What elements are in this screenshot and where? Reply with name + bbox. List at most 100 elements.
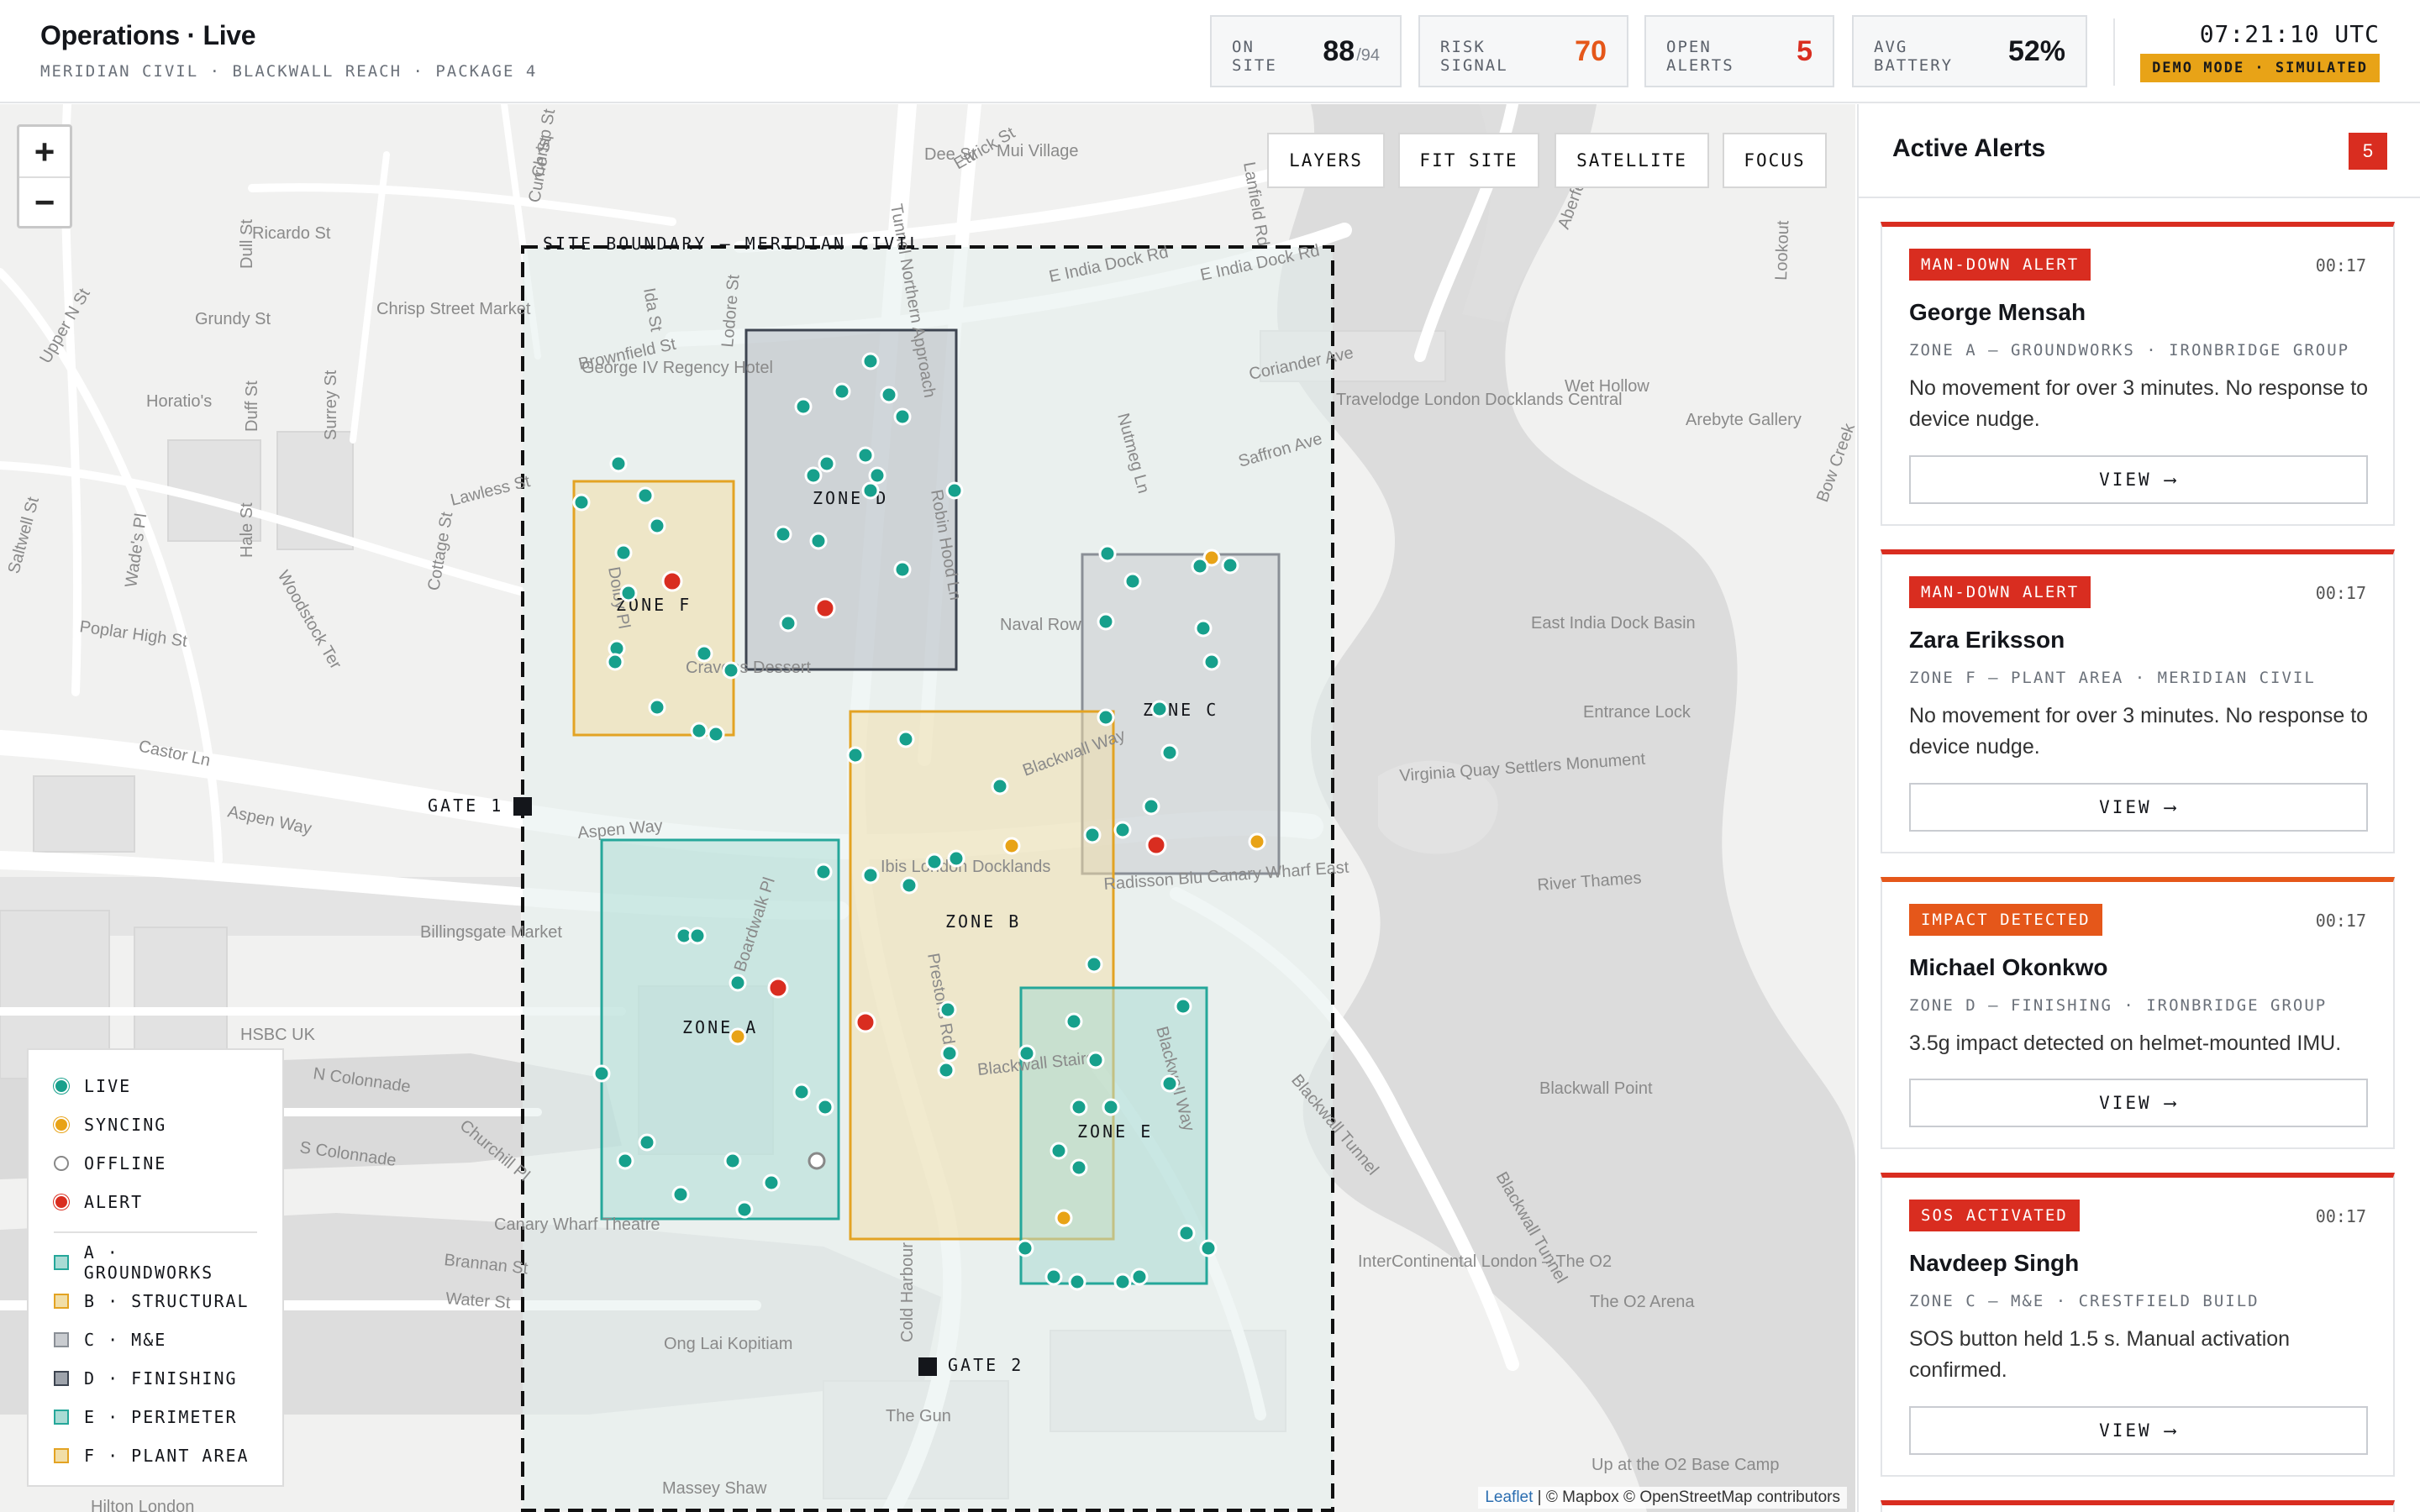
alert-card[interactable]: MAN-DOWN ALERT 00:17 Zara Eriksson ZONE … (1881, 549, 2395, 853)
worker-marker-alert[interactable] (661, 570, 683, 592)
leaflet-link[interactable]: Leaflet (1485, 1488, 1533, 1506)
worker-marker-live[interactable] (671, 1185, 690, 1204)
worker-marker-live[interactable] (856, 446, 875, 465)
view-alert-button[interactable]: VIEW ⟶ (1909, 1406, 2368, 1455)
worker-marker-live[interactable] (846, 746, 865, 764)
worker-marker-live[interactable] (1160, 1074, 1179, 1093)
worker-marker-live[interactable] (1098, 544, 1117, 563)
worker-marker-live[interactable] (1199, 1239, 1218, 1257)
worker-marker-live[interactable] (723, 1152, 742, 1170)
worker-marker-live[interactable] (688, 927, 707, 945)
worker-marker-live[interactable] (816, 1098, 834, 1116)
worker-marker-live[interactable] (809, 532, 828, 550)
layers-button[interactable]: LAYERS (1267, 133, 1385, 188)
worker-marker-live[interactable] (1044, 1268, 1063, 1286)
worker-marker-live[interactable] (779, 614, 797, 633)
worker-marker-live[interactable] (609, 454, 628, 473)
worker-marker-live[interactable] (792, 1083, 811, 1101)
worker-marker-live[interactable] (1113, 1273, 1132, 1291)
worker-marker-alert[interactable] (767, 977, 789, 999)
worker-marker-alert[interactable] (1145, 834, 1167, 856)
worker-marker-live[interactable] (606, 653, 624, 671)
worker-marker-live[interactable] (818, 454, 836, 473)
worker-marker-live[interactable] (861, 866, 880, 885)
worker-marker-live[interactable] (1083, 826, 1102, 844)
worker-marker-live[interactable] (1177, 1224, 1196, 1242)
worker-marker-live[interactable] (937, 1061, 955, 1079)
worker-marker-live[interactable] (1097, 612, 1115, 631)
worker-marker-live[interactable] (1221, 556, 1239, 575)
focus-button[interactable]: FOCUS (1723, 133, 1827, 188)
worker-marker-live[interactable] (1070, 1158, 1088, 1177)
satellite-button[interactable]: SATELLITE (1555, 133, 1709, 188)
view-alert-button[interactable]: VIEW ⟶ (1909, 783, 2368, 832)
zoom-out-button[interactable]: − (19, 176, 70, 226)
worker-marker-live[interactable] (1191, 557, 1209, 575)
zoom-in-button[interactable]: + (19, 127, 70, 176)
worker-marker-live[interactable] (1142, 797, 1160, 816)
worker-marker-live[interactable] (648, 698, 666, 717)
worker-marker-live[interactable] (614, 543, 633, 562)
worker-marker-live[interactable] (794, 397, 813, 416)
worker-marker-live[interactable] (940, 1044, 959, 1063)
worker-marker-live[interactable] (814, 863, 833, 881)
worker-marker-syncing[interactable] (1055, 1209, 1073, 1227)
worker-marker-live[interactable] (861, 481, 880, 500)
worker-marker-live[interactable] (880, 386, 898, 404)
worker-marker-live[interactable] (833, 382, 851, 401)
alert-card[interactable]: SOS ACTIVATED 00:17 Navdeep Singh ZONE C… (1881, 1173, 2395, 1477)
worker-marker-live[interactable] (897, 730, 915, 748)
worker-marker-live[interactable] (695, 644, 713, 663)
worker-marker-live[interactable] (893, 407, 912, 426)
worker-marker-offline[interactable] (808, 1152, 826, 1170)
worker-marker-live[interactable] (690, 722, 708, 740)
worker-marker-live[interactable] (868, 466, 886, 485)
site-map[interactable]: Ricardo St Grundy St Upper N St Saltwell St… (0, 104, 1855, 1512)
worker-marker-live[interactable] (638, 1133, 656, 1152)
worker-marker-alert[interactable] (855, 1011, 876, 1033)
worker-marker-syncing[interactable] (1002, 837, 1021, 855)
worker-marker-live[interactable] (636, 486, 655, 505)
alert-card-partial[interactable] (1881, 1500, 2395, 1512)
worker-marker-live[interactable] (762, 1173, 781, 1192)
view-alert-button[interactable]: VIEW ⟶ (1909, 455, 2368, 504)
worker-marker-live[interactable] (1097, 708, 1115, 727)
worker-marker-live[interactable] (592, 1064, 611, 1083)
worker-marker-live[interactable] (572, 493, 591, 512)
worker-marker-live[interactable] (1016, 1239, 1034, 1257)
view-alert-button[interactable]: VIEW ⟶ (1909, 1079, 2368, 1127)
worker-marker-live[interactable] (729, 974, 747, 992)
worker-marker-live[interactable] (648, 517, 666, 535)
worker-marker-live[interactable] (804, 466, 823, 485)
alert-card[interactable]: IMPACT DETECTED 00:17 Michael Okonkwo ZO… (1881, 877, 2395, 1149)
worker-marker-live[interactable] (900, 876, 918, 895)
worker-marker-live[interactable] (707, 725, 725, 743)
worker-marker-alert[interactable] (814, 597, 836, 619)
worker-marker-live[interactable] (1150, 700, 1169, 718)
worker-marker-live[interactable] (1194, 619, 1213, 638)
worker-marker-live[interactable] (1065, 1012, 1083, 1031)
worker-marker-live[interactable] (1202, 653, 1221, 671)
alert-card[interactable]: MAN-DOWN ALERT 00:17 George Mensah ZONE … (1881, 222, 2395, 526)
worker-marker-live[interactable] (735, 1200, 754, 1219)
worker-marker-live[interactable] (619, 584, 638, 602)
worker-marker-live[interactable] (1102, 1098, 1120, 1116)
worker-marker-live[interactable] (945, 481, 964, 500)
worker-marker-live[interactable] (1123, 572, 1142, 591)
worker-marker-live[interactable] (722, 661, 740, 680)
worker-marker-live[interactable] (1050, 1142, 1068, 1160)
worker-marker-live[interactable] (1070, 1098, 1088, 1116)
worker-marker-live[interactable] (1018, 1044, 1036, 1063)
worker-marker-live[interactable] (925, 853, 944, 871)
worker-marker-live[interactable] (947, 849, 965, 868)
worker-marker-live[interactable] (774, 525, 792, 543)
worker-marker-live[interactable] (861, 352, 880, 370)
worker-marker-syncing[interactable] (729, 1027, 747, 1046)
worker-marker-live[interactable] (1160, 743, 1179, 762)
worker-marker-live[interactable] (1085, 955, 1103, 974)
worker-marker-live[interactable] (991, 777, 1009, 795)
fit-site-button[interactable]: FIT SITE (1398, 133, 1539, 188)
worker-marker-live[interactable] (939, 1000, 957, 1019)
worker-marker-live[interactable] (1130, 1268, 1149, 1286)
worker-marker-syncing[interactable] (1248, 832, 1266, 851)
